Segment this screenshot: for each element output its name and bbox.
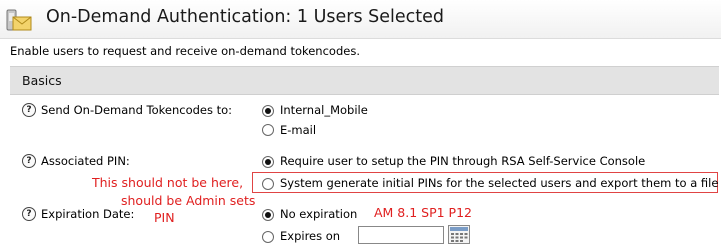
- section-title: Basics: [22, 73, 62, 88]
- help-icon[interactable]: ?: [22, 154, 36, 168]
- expiration-date-input[interactable]: [358, 226, 444, 244]
- option-no-expiration-label[interactable]: No expiration: [280, 207, 357, 221]
- option-expires-on-label[interactable]: Expires on: [280, 229, 340, 243]
- expiration-date-label: Expiration Date:: [41, 207, 135, 221]
- radio-require-user-setup-pin[interactable]: [262, 156, 274, 168]
- annotation-note-line3: PIN: [154, 210, 175, 225]
- option-internal-mobile-label[interactable]: Internal_Mobile: [280, 103, 368, 117]
- page-title: On-Demand Authentication: 1 Users Select…: [46, 7, 445, 27]
- title-bar: On-Demand Authentication: 1 Users Select…: [0, 0, 721, 39]
- associated-pin-label: Associated PIN:: [41, 154, 130, 168]
- radio-email[interactable]: [262, 124, 274, 136]
- radio-expires-on[interactable]: [262, 231, 274, 243]
- send-tokencodes-label: Send On-Demand Tokencodes to:: [41, 103, 233, 117]
- annotation-note-line1: This should not be here,: [92, 175, 244, 190]
- radio-internal-mobile[interactable]: [262, 105, 274, 117]
- help-icon[interactable]: ?: [22, 103, 36, 117]
- option-require-user-setup-pin-label[interactable]: Require user to setup the PIN through RS…: [280, 154, 645, 168]
- option-email-label[interactable]: E-mail: [280, 123, 316, 137]
- annotation-note-line2: should be Admin sets: [121, 193, 256, 208]
- radio-system-generate-pins[interactable]: [262, 178, 274, 190]
- mail-envelope-icon: [6, 9, 32, 31]
- page-description: Enable users to request and receive on-d…: [10, 44, 360, 58]
- help-icon[interactable]: ?: [22, 207, 36, 221]
- calendar-icon[interactable]: [448, 225, 470, 244]
- section-header-basics: Basics: [10, 66, 719, 95]
- annotation-version: AM 8.1 SP1 P12: [374, 205, 473, 220]
- radio-no-expiration[interactable]: [262, 209, 274, 221]
- option-system-generate-pins-label[interactable]: System generate initial PINs for the sel…: [280, 176, 718, 190]
